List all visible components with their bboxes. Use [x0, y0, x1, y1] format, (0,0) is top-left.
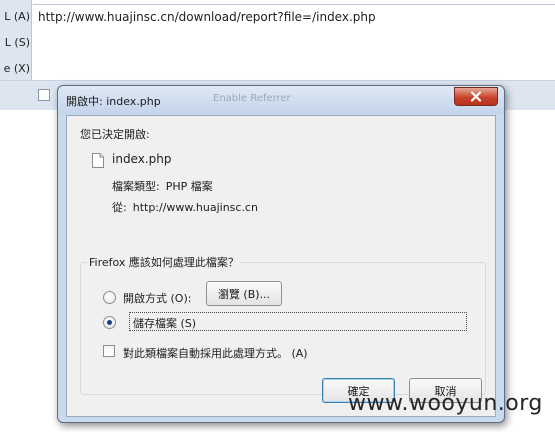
decided-label: 您已決定開啟: — [80, 128, 150, 141]
auto-handle-checkbox[interactable] — [103, 345, 115, 357]
hackbar-load-url-button[interactable]: L (A) — [0, 10, 30, 26]
file-name: index.php — [112, 152, 172, 166]
hackbar-side-panel: L (A) L (S) e (X) — [0, 0, 32, 80]
browse-button[interactable]: 瀏覽 (B)... — [206, 281, 282, 306]
file-source-value: http://www.huajinsc.cn — [132, 201, 258, 214]
dialog-title-ghost-text: Enable Referrer — [213, 93, 291, 104]
file-type-value: PHP 檔案 — [165, 180, 213, 193]
handling-group-label: Firefox 應該如何處理此檔案？ — [87, 254, 241, 270]
auto-handle-label[interactable]: 對此類檔案自動採用此處理方式。 (A) — [123, 345, 308, 361]
open-with-label[interactable]: 開啟方式 (O): — [123, 290, 191, 306]
watermark-text: www.wooyun.org — [348, 391, 543, 416]
post-data-checkbox[interactable] — [38, 89, 50, 101]
file-source-row: 從: http://www.huajinsc.cn — [112, 199, 258, 215]
save-file-label[interactable]: 儲存檔案 (S) — [133, 315, 196, 331]
hackbar-url-textarea[interactable]: http://www.huajinsc.cn/download/report?f… — [33, 4, 555, 80]
save-file-radio[interactable] — [103, 316, 116, 329]
hackbar-split-url-button[interactable]: L (S) — [0, 36, 30, 52]
file-type-row: 檔案類型: PHP 檔案 — [112, 178, 213, 194]
close-button[interactable] — [454, 87, 498, 106]
dialog-title: 開啟中: index.php — [66, 95, 161, 108]
open-with-radio[interactable] — [103, 291, 116, 304]
dialog-titlebar[interactable]: 開啟中: index.php Enable Referrer — [58, 86, 504, 114]
file-source-label: 從: — [112, 201, 127, 214]
dialog-content: 您已決定開啟: index.php 檔案類型: PHP 檔案 從: http://w… — [66, 115, 496, 417]
hackbar-execute-button[interactable]: e (X) — [0, 62, 30, 78]
close-icon — [470, 91, 482, 102]
file-type-label: 檔案類型: — [112, 180, 160, 193]
open-file-dialog: 開啟中: index.php Enable Referrer 您已決定開啟: i… — [57, 85, 505, 423]
url-text: http://www.huajinsc.cn/download/report?f… — [38, 10, 376, 24]
document-icon — [92, 153, 104, 168]
